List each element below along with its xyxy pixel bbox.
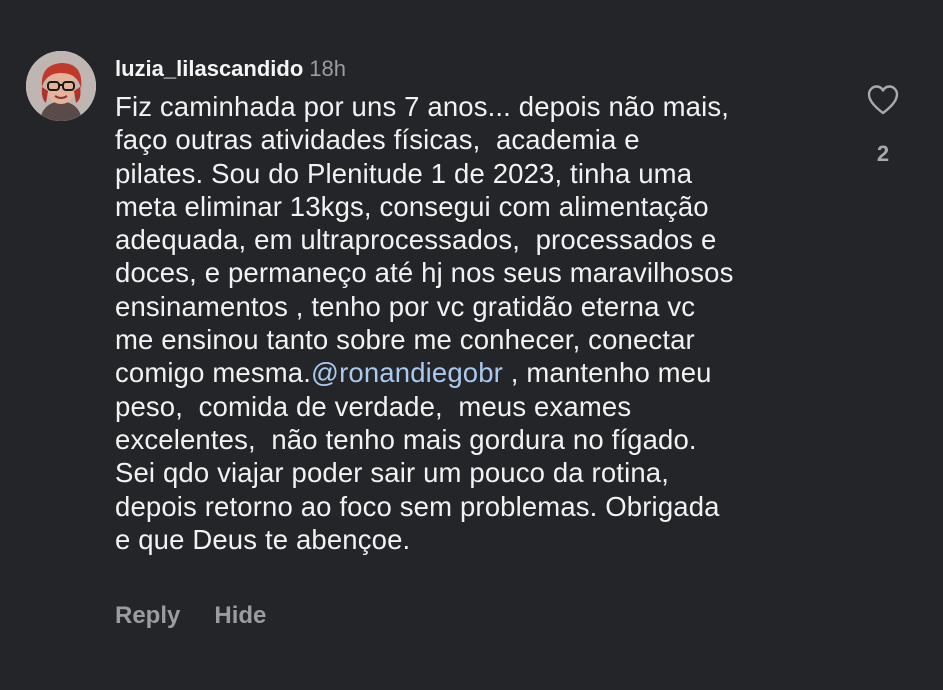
comment-line: depois retorno ao foco sem problemas. Ob… [115, 490, 720, 522]
comment-line: Fiz caminhada por uns 7 anos... depois n… [115, 91, 730, 122]
hide-button[interactable]: Hide [214, 602, 266, 629]
comment-line: pilates. Sou do Plenitude 1 de 2023, tin… [115, 157, 693, 189]
comment: luzia_lilascandido 18h Fiz caminhada por … [0, 0, 943, 690]
username[interactable]: luzia_lilascandido [115, 56, 303, 81]
mention-prefix: comigo mesma. [115, 357, 312, 389]
like-control: 2 [858, 84, 908, 167]
avatar[interactable] [26, 51, 96, 121]
comment-line: excelentes, não tenho mais gordura no fí… [115, 423, 697, 455]
comment-line: adequada, em ultraprocessados, processad… [115, 224, 717, 256]
mention-suffix: , mantenho meu [503, 357, 712, 389]
like-count: 2 [876, 141, 890, 166]
comment-line-with-mention: comigo mesma.@ronandiegobr , mantenho me… [115, 356, 855, 389]
reply-button[interactable]: Reply [115, 602, 180, 629]
comment-line: me ensinou tanto sobre me conhecer, cone… [115, 324, 695, 356]
comment-line: e que Deus te abençoe. [115, 523, 411, 555]
comment-line: meta eliminar 13kgs, consegui com alimen… [115, 190, 709, 222]
comment-line: faço outras atividades físicas, academia… [115, 124, 640, 156]
comment-header: luzia_lilascandido 18h [115, 55, 346, 83]
comment-actions: Reply Hide [115, 600, 266, 632]
comment-text: Fiz caminhada por uns 7 anos... depois n… [115, 90, 855, 556]
timestamp: 18h [309, 56, 346, 81]
comment-line: ensinamentos , tenho por vc gratidão ete… [115, 290, 696, 322]
comment-line: peso, comida de verdade, meus exames [115, 390, 632, 422]
comment-line: Sei qdo viajar poder sair um pouco da ro… [115, 457, 670, 489]
heart-outline-icon[interactable] [866, 84, 900, 116]
comment-line: doces, e permaneço até hj nos seus marav… [115, 257, 734, 289]
mention-link[interactable]: @ronandiegobr [311, 357, 503, 388]
avatar-image [26, 51, 96, 121]
